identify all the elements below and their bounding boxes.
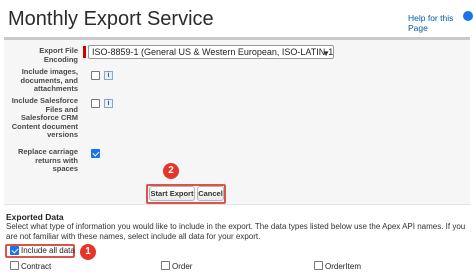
include-all-label: Include all data	[21, 246, 75, 255]
cancel-button[interactable]: Cancel	[197, 186, 224, 201]
exported-data-description: Select what type of information you woul…	[6, 222, 466, 241]
include-images-checkbox[interactable]	[91, 71, 100, 80]
start-export-button[interactable]: Start Export	[149, 186, 195, 201]
info-icon[interactable]: i	[104, 71, 113, 80]
help-icon[interactable]	[463, 11, 473, 21]
orderitem-label: OrderItem	[325, 262, 362, 271]
encoding-select[interactable]: ISO-8859-1 (General US & Western Europea…	[88, 45, 334, 59]
contract-label: Contract	[21, 262, 52, 271]
required-indicator	[83, 46, 86, 58]
step-1-badge: 1	[80, 244, 96, 260]
include-all-checkbox[interactable]	[10, 246, 19, 255]
include-files-checkbox[interactable]	[91, 99, 100, 108]
info-icon[interactable]: i	[104, 99, 113, 108]
contract-checkbox[interactable]	[10, 261, 19, 270]
include-files-label: Include Salesforce Files and Salesforce …	[11, 96, 78, 139]
order-checkbox[interactable]	[161, 261, 170, 270]
order-label: Order	[172, 262, 193, 271]
exported-data-title: Exported Data	[6, 212, 64, 222]
encoding-label: Export File Encoding	[39, 46, 78, 64]
page-title: Monthly Export Service	[8, 8, 214, 30]
chevron-down-icon: ▼	[322, 49, 330, 58]
encoding-select-value: ISO-8859-1 (General US & Western Europea…	[92, 47, 334, 57]
replace-returns-checkbox[interactable]	[91, 149, 100, 158]
step-2-badge: 2	[163, 163, 179, 179]
orderitem-checkbox[interactable]	[314, 261, 323, 270]
export-settings-panel: Export File Encoding ISO-8859-1 (General…	[4, 37, 470, 205]
include-images-label: Include images, documents, and attachmen…	[20, 67, 78, 93]
replace-returns-label: Replace carriage returns with spaces	[17, 147, 78, 173]
